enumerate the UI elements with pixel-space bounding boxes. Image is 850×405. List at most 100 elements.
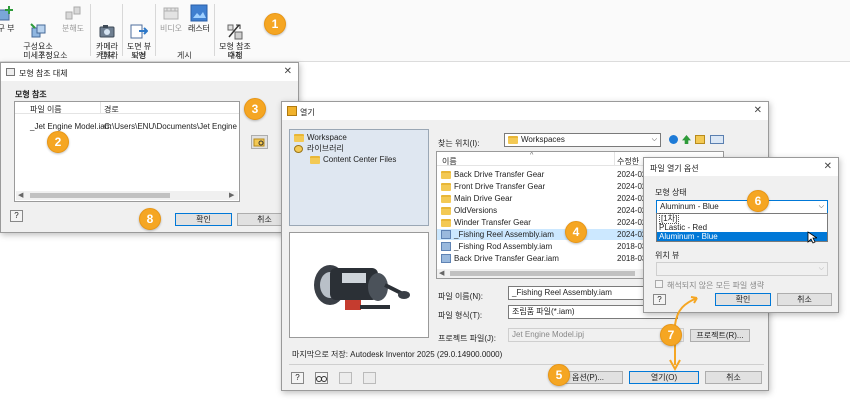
model-state-select[interactable]: Aluminum - Blue ⌵ <box>656 200 828 214</box>
new-folder-icon[interactable] <box>695 135 705 144</box>
chevron-down-icon: ⌵ <box>818 265 824 272</box>
chevron-down-icon: ⌵ <box>818 203 824 210</box>
assembly-file-icon <box>441 242 451 252</box>
folder-icon <box>310 155 320 164</box>
scroll-right-icon[interactable]: ▶ <box>229 191 234 199</box>
file-name: Front Drive Transfer Gear <box>454 182 546 191</box>
callout-badge: 7 <box>660 324 682 346</box>
up-folder-icon[interactable] <box>682 135 691 144</box>
close-icon[interactable]: ✕ <box>754 105 762 116</box>
file-name: _Fishing Rod Assembly.iam <box>454 242 553 251</box>
folder-icon <box>441 194 451 203</box>
ribbon-button-place[interactable]: 구 부 <box>0 4 16 33</box>
dialog-title: 열기 <box>300 108 315 117</box>
recent-icon[interactable] <box>363 372 376 384</box>
callout-badge: 3 <box>244 98 266 120</box>
position-view-label: 위치 뷰 <box>655 251 680 260</box>
dialog-titlebar: 파일 열기 옵션 <box>644 158 838 176</box>
tweak-components-icon <box>29 13 47 38</box>
column-divider <box>614 152 615 166</box>
ribbon-group-components: 구성요소 <box>38 51 68 60</box>
inventor-open-icon <box>287 106 297 116</box>
dropdown-option-selected[interactable]: Aluminum - Blue <box>657 232 827 241</box>
help-icon[interactable]: ? <box>291 372 304 384</box>
look-in-label: 찾는 위치(I): <box>438 139 480 148</box>
browse-button[interactable] <box>251 135 268 149</box>
raster-icon <box>190 4 208 22</box>
help-icon[interactable]: ? <box>10 210 23 222</box>
ribbon-button-video[interactable]: 비디오 <box>156 4 186 33</box>
folder-icon <box>508 135 518 144</box>
row-path: C:\Users\ENU\Documents\Jet Engine <box>104 122 237 131</box>
callout-badge: 6 <box>747 190 769 212</box>
find-icon[interactable] <box>315 372 328 384</box>
dialog-title: 모형 참조 대체 <box>19 69 68 78</box>
assembly-file-icon <box>441 230 451 240</box>
callout-badge: 1 <box>264 13 286 35</box>
camera-icon <box>98 13 116 38</box>
ribbon-label: 비디오 <box>159 24 183 33</box>
file-type-label: 파일 형식(T): <box>438 311 483 320</box>
cancel-button[interactable]: 취소 <box>777 293 832 306</box>
column-header-name[interactable]: 이름 <box>442 156 457 167</box>
scroll-left-icon[interactable]: ◀ <box>18 191 23 199</box>
ok-button[interactable]: 확인 <box>715 293 771 306</box>
scrollbar-thumb[interactable] <box>30 193 170 198</box>
ribbon-button-raster[interactable]: 래스터 <box>184 4 214 33</box>
callout-badge: 5 <box>548 364 570 386</box>
column-header-path[interactable]: 경로 <box>104 104 119 115</box>
ribbon-group-camera: 카메라 <box>96 51 119 60</box>
sort-up-icon: ^ <box>530 152 534 159</box>
model-state-label: 모형 상태 <box>655 188 687 197</box>
library-icon <box>294 145 303 153</box>
folder-icon <box>441 206 451 215</box>
scroll-left-icon[interactable]: ◀ <box>439 269 444 277</box>
view-menu-icon[interactable] <box>710 135 724 144</box>
drawing-view-icon <box>130 13 149 39</box>
exploded-view-icon <box>64 4 82 22</box>
tree-item-workspace[interactable]: Workspace <box>294 132 347 143</box>
file-name: Back Drive Transfer Gear <box>454 170 545 179</box>
file-name: Main Drive Gear <box>454 194 513 203</box>
dialog-titlebar: 모형 참조 대체 <box>1 63 298 81</box>
callout-badge: 8 <box>139 208 161 230</box>
folder-search-icon <box>253 138 265 147</box>
model-state-dropdown-list[interactable]: [1차] PLastic - Red Aluminum - Blue <box>656 213 828 242</box>
shortcut-icon[interactable] <box>339 372 352 384</box>
horizontal-scrollbar[interactable]: ◀ ▶ <box>16 191 238 200</box>
chevron-down-icon: ⌵ <box>651 136 657 143</box>
video-icon <box>162 4 180 22</box>
ribbon-group-modify: 수정 <box>228 51 243 60</box>
ribbon-button-exploded-view[interactable]: 분해도 <box>56 4 90 33</box>
dropdown-option[interactable]: PLastic - Red <box>657 223 827 232</box>
ribbon-separator <box>90 4 91 56</box>
back-icon[interactable] <box>669 135 678 144</box>
folder-icon <box>441 170 451 179</box>
scrollbar-thumb[interactable] <box>450 271 635 276</box>
mouse-cursor-icon <box>807 231 817 244</box>
fishing-reel-preview-image <box>314 265 410 310</box>
dialog-title: 파일 열기 옵션 <box>650 164 699 173</box>
tree-item-library[interactable]: 라이브러리 <box>294 143 344 154</box>
project-file-label: 프로젝트 파일(J): <box>438 334 496 343</box>
defer-checkbox[interactable] <box>655 280 663 288</box>
tree-item-content-center[interactable]: Content Center Files <box>310 154 396 165</box>
column-header-file-name[interactable]: 파일 이름 <box>30 104 62 115</box>
close-icon[interactable]: ✕ <box>824 161 832 172</box>
row-file-name: _Jet Engine Model.iam <box>30 122 112 131</box>
preview-pane <box>289 232 429 338</box>
column-header-modified[interactable]: 수정한 <box>617 156 639 167</box>
location-tree[interactable]: Workspace 라이브러리 Content Center Files <box>289 129 429 226</box>
dialog-titlebar: 열기 <box>282 102 768 120</box>
dropdown-option[interactable]: [1차] <box>657 213 827 224</box>
defer-label: 해석되지 않은 모든 파일 생략 <box>667 281 765 290</box>
folder-icon <box>294 133 304 142</box>
ok-button[interactable]: 확인 <box>175 213 232 226</box>
file-name-label: 파일 이름(N): <box>438 292 483 301</box>
file-name: Winder Transfer Gear <box>454 218 531 227</box>
close-icon[interactable]: ✕ <box>284 66 292 77</box>
table-row[interactable]: _Jet Engine Model.iam C:\Users\ENU\Docum… <box>15 121 239 132</box>
look-in-combobox[interactable]: Workspaces ⌵ <box>504 133 661 147</box>
model-reference-list[interactable]: 파일 이름 경로 _Jet Engine Model.iam C:\Users\… <box>14 101 240 202</box>
position-view-select[interactable]: ⌵ <box>656 262 828 276</box>
